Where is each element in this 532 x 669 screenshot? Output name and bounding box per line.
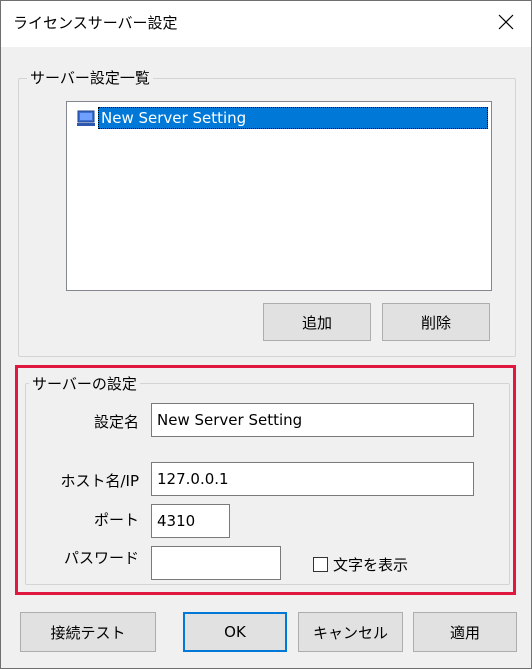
connection-test-button[interactable]: 接続テスト — [20, 612, 156, 652]
server-list[interactable]: New Server Setting — [66, 101, 492, 291]
server-list-legend: サーバー設定一覧 — [27, 67, 153, 88]
add-button[interactable]: 追加 — [263, 303, 371, 341]
show-text-checkbox[interactable]: 文字を表示 — [313, 554, 408, 575]
password-field[interactable] — [151, 546, 281, 580]
title-bar: ライセンスサーバー設定 — [1, 1, 531, 47]
close-button[interactable] — [493, 9, 519, 35]
setting-name-label: 設定名 — [93, 413, 139, 431]
password-label: パスワード — [63, 549, 139, 567]
host-field[interactable] — [151, 462, 474, 496]
host-label: ホスト名/IP — [60, 472, 139, 490]
computer-icon — [77, 110, 95, 126]
cancel-button[interactable]: キャンセル — [298, 612, 403, 652]
port-label: ポート — [93, 511, 139, 529]
ok-button[interactable]: OK — [183, 612, 287, 652]
show-text-label: 文字を表示 — [333, 556, 409, 574]
delete-button[interactable]: 削除 — [382, 303, 490, 341]
list-item[interactable]: New Server Setting — [76, 107, 488, 129]
close-icon — [498, 14, 514, 30]
port-field[interactable] — [151, 504, 230, 538]
window-title: ライセンスサーバー設定 — [13, 14, 178, 32]
license-server-settings-dialog: ライセンスサーバー設定 サーバー設定一覧 New Server Setting … — [0, 0, 532, 669]
checkbox-box[interactable] — [313, 557, 328, 572]
list-item-label: New Server Setting — [98, 107, 488, 129]
setting-name-field[interactable] — [151, 403, 474, 437]
apply-button[interactable]: 適用 — [413, 612, 517, 652]
server-settings-legend: サーバーの設定 — [29, 373, 140, 394]
